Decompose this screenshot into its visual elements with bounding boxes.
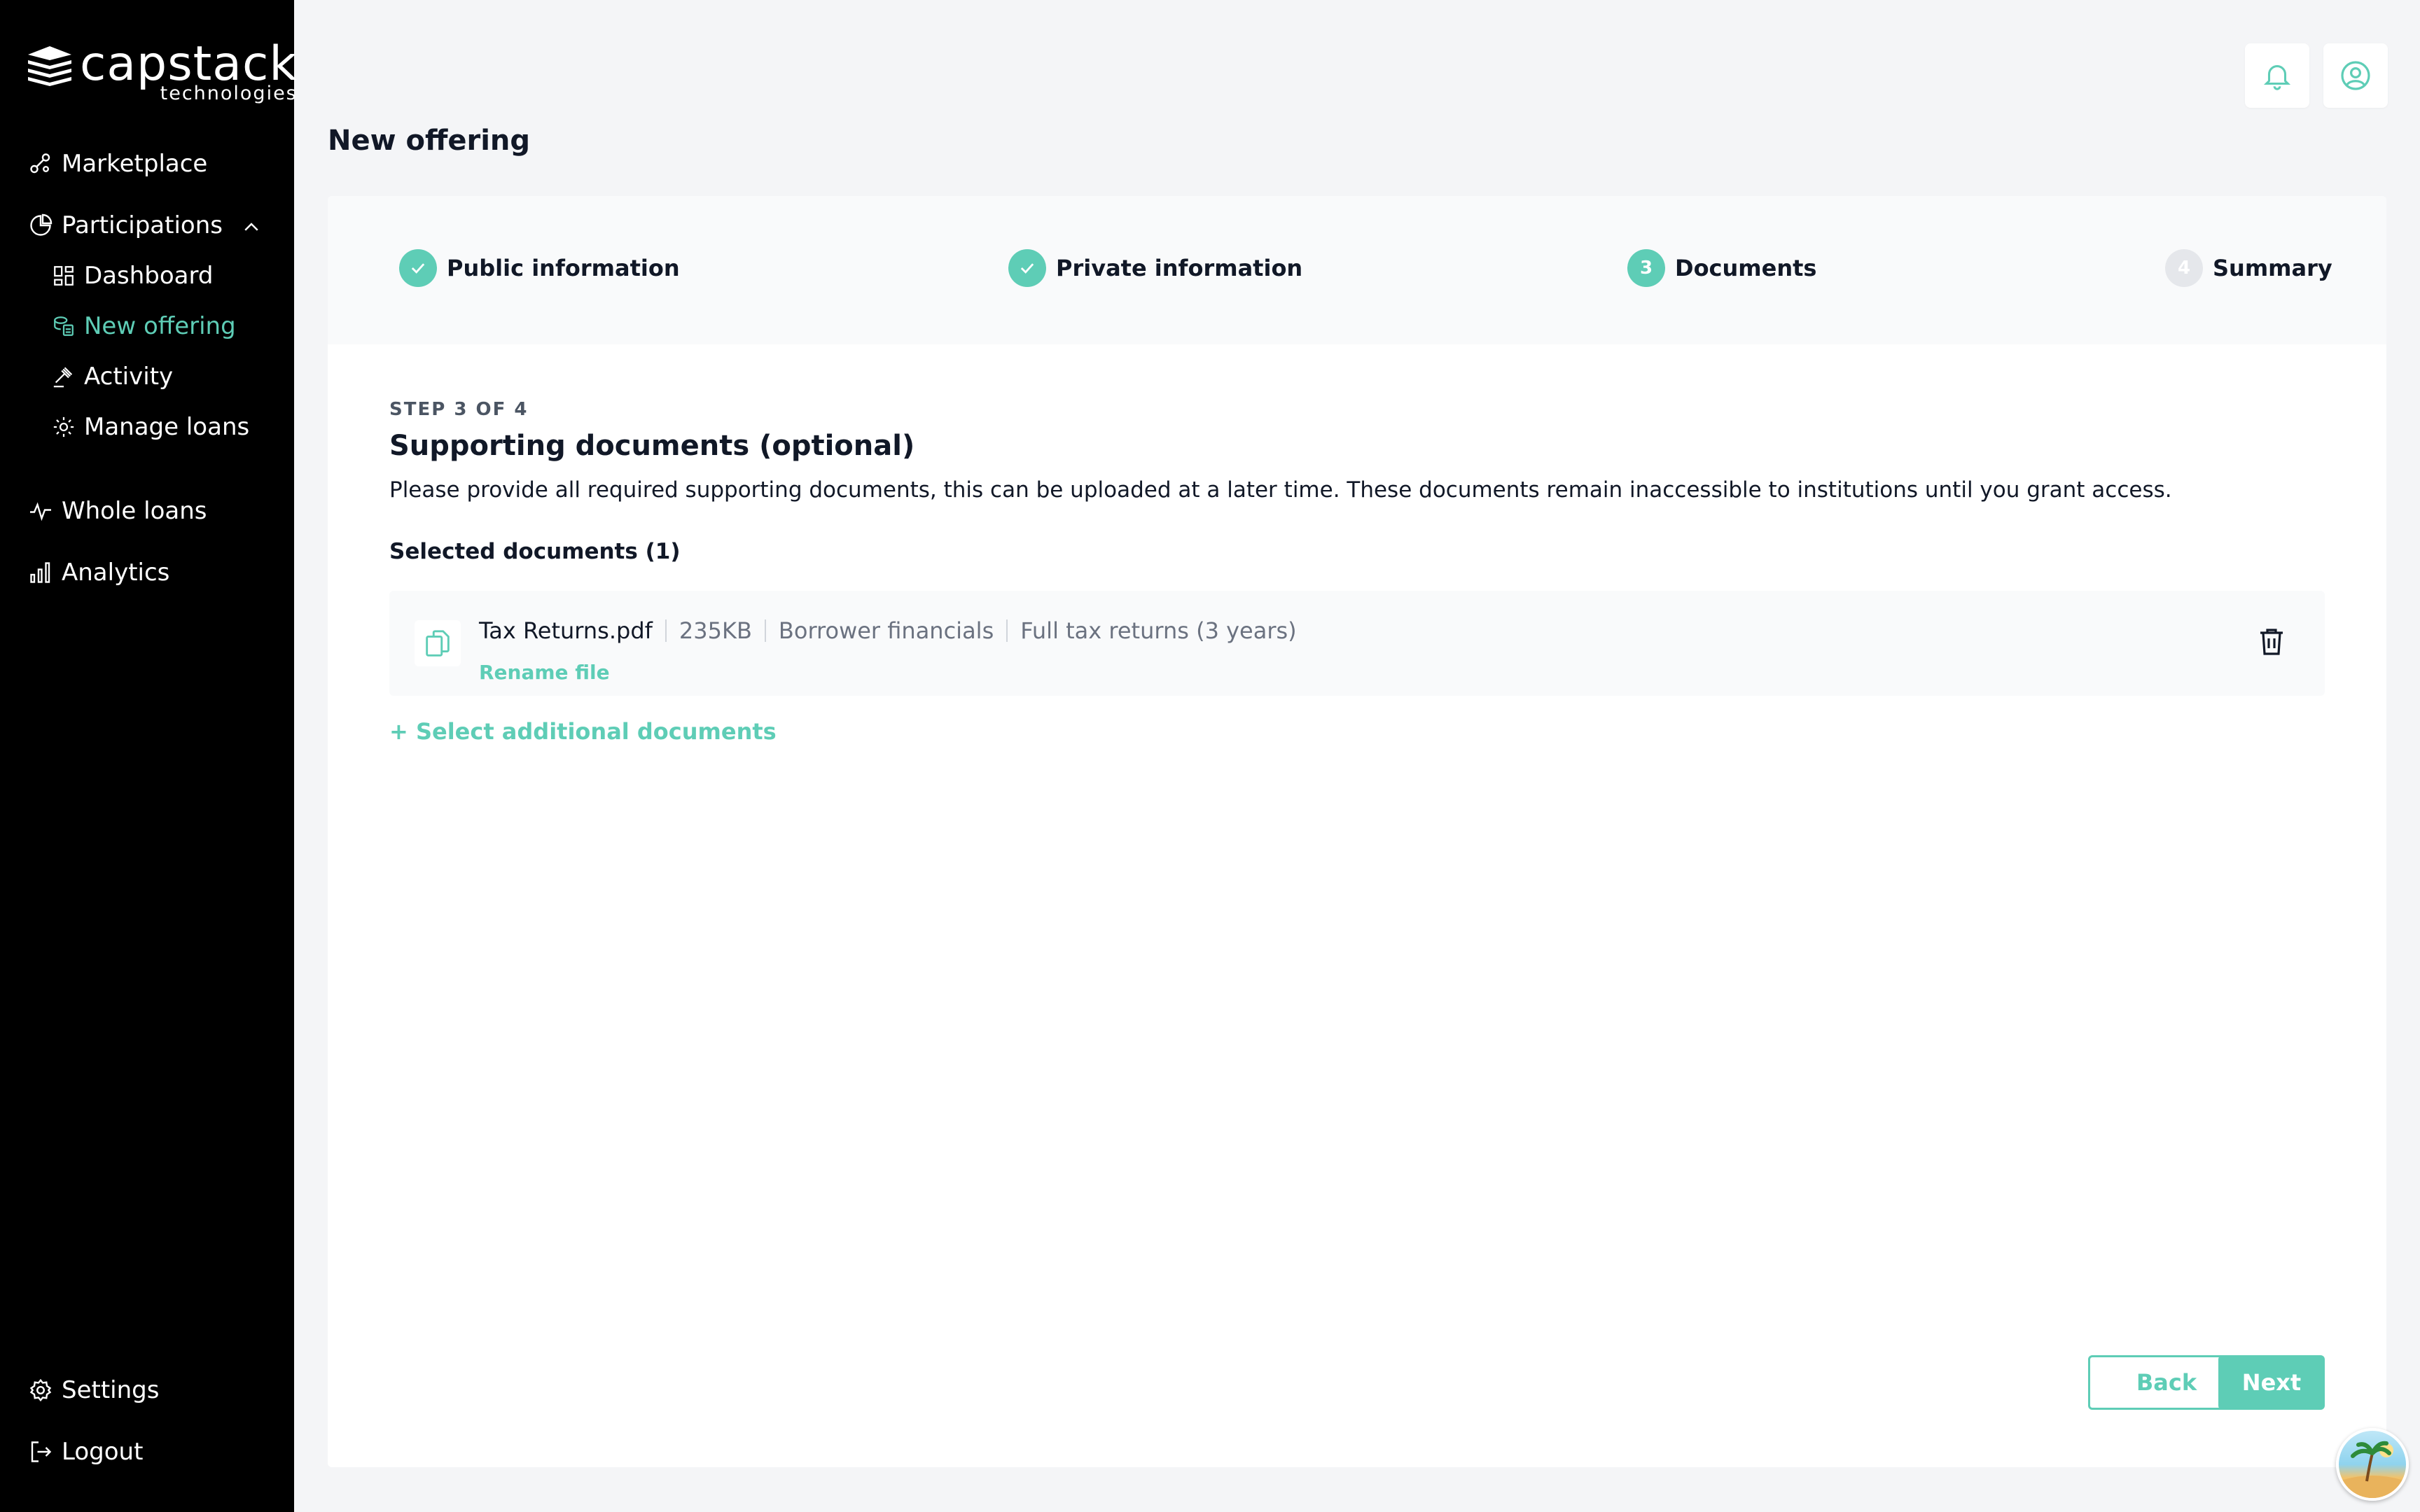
sidebar-item-settings[interactable]: Settings (28, 1376, 159, 1404)
sidebar-item-label: Dashboard (84, 262, 214, 290)
sidebar-item-whole-loans[interactable]: Whole loans (28, 497, 207, 525)
chevron-up-icon[interactable] (241, 217, 262, 238)
assistant-avatar-button[interactable] (2336, 1428, 2409, 1501)
bell-icon (2263, 65, 2291, 90)
document-copy-icon (415, 620, 461, 666)
sidebar: capstack technologies Marketplace Partic… (0, 0, 297, 1512)
notifications-button[interactable] (2245, 43, 2309, 108)
document-size: 235KB (679, 617, 752, 644)
gear-icon (29, 1378, 52, 1402)
sidebar-item-dashboard[interactable]: Dashboard (52, 262, 213, 290)
gavel-icon (53, 367, 73, 388)
document-meta: Tax Returns.pdf 235KB Borrower financial… (479, 617, 1297, 644)
trash-icon[interactable] (2255, 624, 2288, 658)
select-additional-documents-link[interactable]: + Select additional documents (389, 718, 777, 745)
separator (764, 620, 766, 642)
document-name: Tax Returns.pdf (479, 617, 653, 644)
sidebar-item-label: Analytics (62, 559, 170, 587)
step-label: Summary (2213, 255, 2332, 281)
separator (665, 620, 667, 642)
step-public-information[interactable]: Public information (399, 249, 680, 287)
capstack-logo-icon (28, 46, 71, 86)
pie-chart-icon (30, 214, 53, 236)
offering-card: Public information Private information 3… (328, 196, 2386, 1467)
logout-icon (31, 1441, 52, 1462)
step-counter: STEP 3 OF 4 (389, 399, 529, 420)
page-title: New offering (328, 125, 531, 157)
step-label: Private information (1056, 255, 1303, 281)
check-icon (399, 249, 437, 287)
rename-file-link[interactable]: Rename file (479, 661, 610, 684)
sidebar-item-label: Marketplace (62, 150, 208, 178)
sidebar-item-new-offering[interactable]: New offering (52, 312, 236, 340)
sidebar-item-label: Activity (84, 363, 174, 391)
step-label: Public information (447, 255, 680, 281)
gear-doc-icon (53, 416, 74, 438)
bar-chart-icon (30, 562, 50, 583)
document-row: Tax Returns.pdf 235KB Borrower financial… (389, 591, 2325, 696)
sidebar-item-label: Manage loans (84, 413, 250, 441)
brand-sub: technologies (160, 83, 298, 104)
capstack-logo[interactable]: capstack technologies (27, 39, 298, 104)
document-category: Borrower financials (778, 617, 994, 644)
sidebar-item-label: Whole loans (62, 497, 207, 525)
pulse-icon (30, 502, 51, 522)
sidebar-item-activity[interactable]: Activity (52, 363, 173, 391)
step-number: 4 (2165, 249, 2203, 287)
dashboard-icon (54, 266, 74, 286)
marketplace-icon (30, 153, 50, 174)
sidebar-item-label: Participations (62, 211, 223, 239)
sidebar-item-logout[interactable]: Logout (28, 1438, 143, 1466)
separator (1006, 620, 1008, 642)
stepper: Public information Private information 3… (328, 196, 2386, 344)
step-documents[interactable]: 3 Documents (1627, 249, 1816, 287)
section-title: Supporting documents (optional) (389, 430, 915, 462)
step-summary[interactable]: 4 Summary (2165, 249, 2332, 287)
island-icon (2339, 1441, 2406, 1498)
user-icon (2341, 61, 2370, 90)
new-offering-icon (54, 316, 74, 336)
sidebar-item-analytics[interactable]: Analytics (28, 559, 169, 587)
selected-documents-label: Selected documents (1) (389, 539, 681, 564)
sidebar-item-marketplace[interactable]: Marketplace (28, 150, 207, 178)
step-label: Documents (1675, 255, 1817, 281)
sidebar-item-label: Settings (62, 1376, 160, 1404)
section-description: Please provide all required supporting d… (389, 477, 2172, 503)
step-private-information[interactable]: Private information (1008, 249, 1302, 287)
sidebar-item-participations[interactable]: Participations (28, 211, 223, 239)
sidebar-item-manage-loans[interactable]: Manage loans (52, 413, 249, 441)
profile-button[interactable] (2323, 43, 2388, 108)
step-number: 3 (1627, 249, 1665, 287)
sidebar-item-label: Logout (62, 1438, 144, 1466)
next-button[interactable]: Next (2218, 1355, 2325, 1410)
sidebar-item-label: New offering (84, 312, 236, 340)
document-type: Full tax returns (3 years) (1020, 617, 1297, 644)
check-icon (1008, 249, 1046, 287)
